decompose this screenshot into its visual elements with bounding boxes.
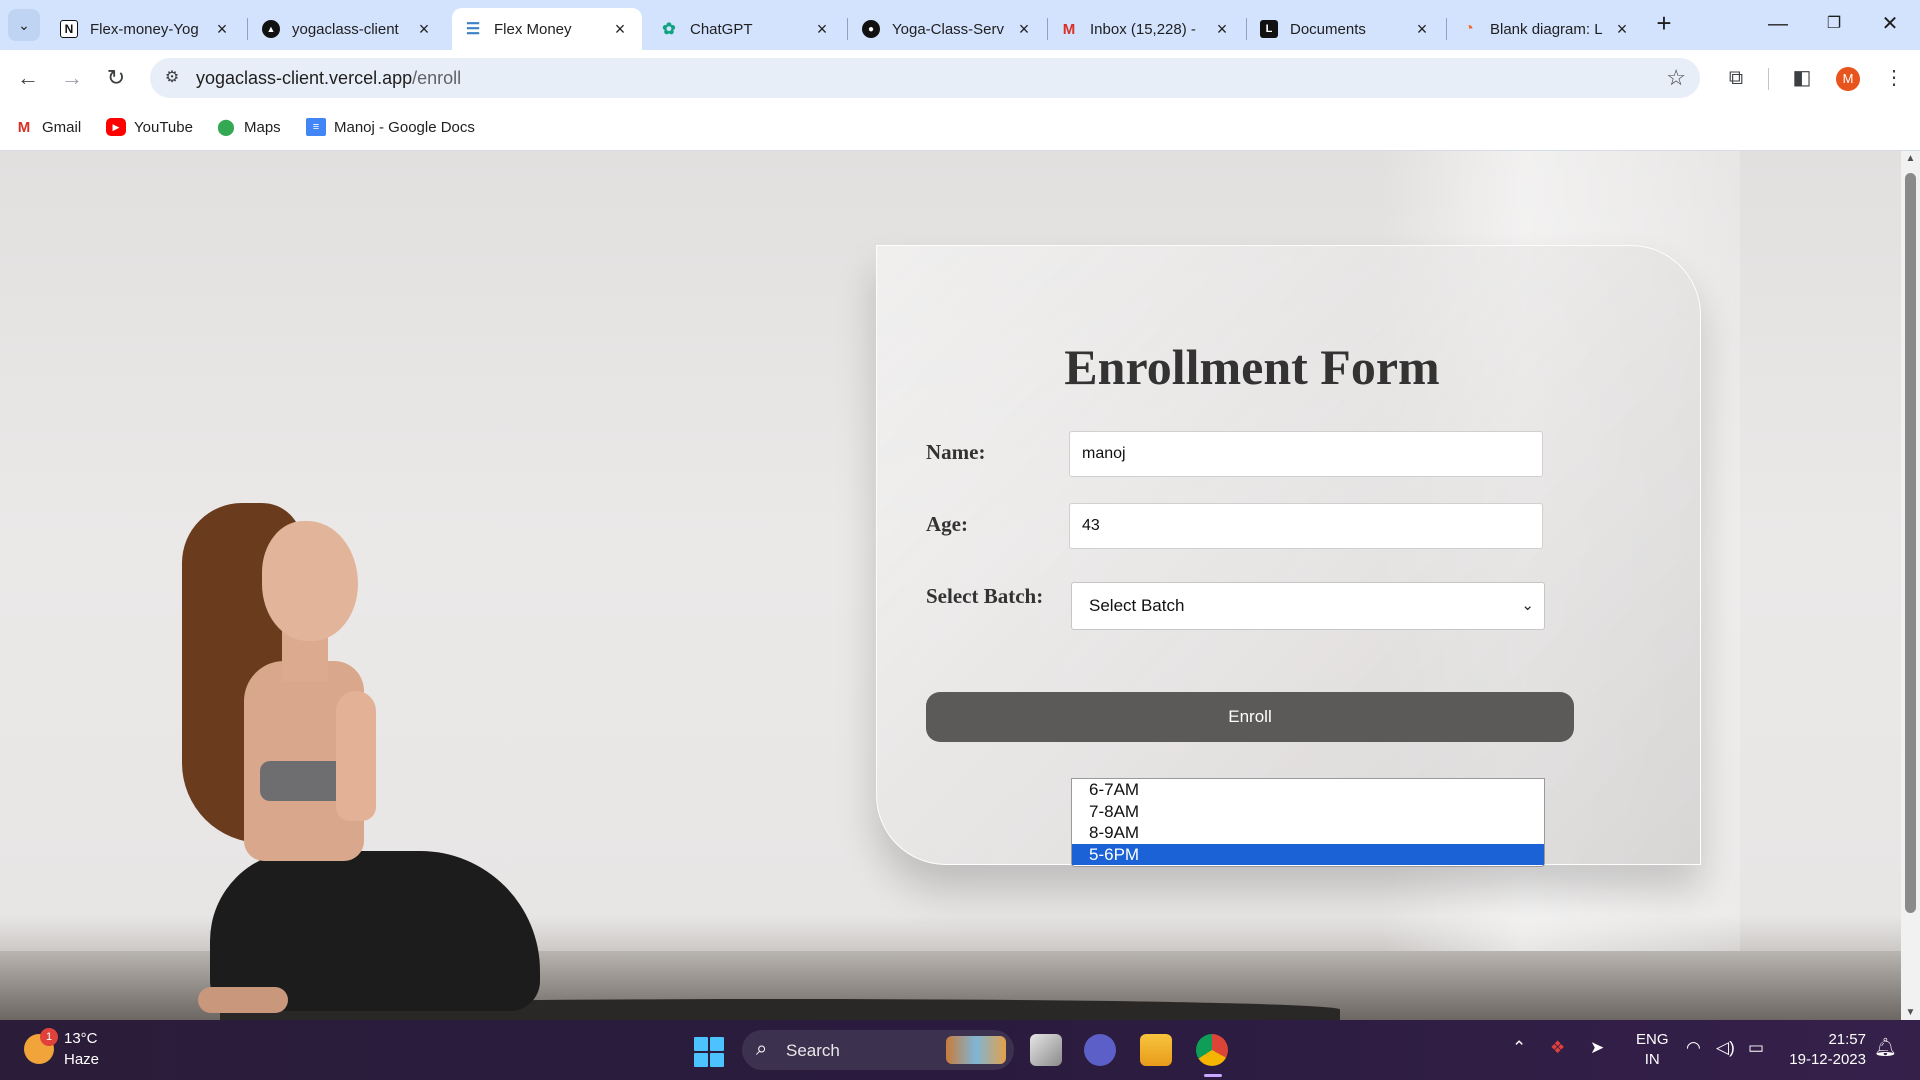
teams-icon[interactable] xyxy=(1084,1034,1116,1066)
close-icon[interactable]: × xyxy=(1612,19,1632,40)
enroll-button[interactable]: Enroll xyxy=(926,692,1574,742)
url-text[interactable]: yogaclass-client.vercel.app/enroll xyxy=(196,68,461,89)
file-explorer-icon[interactable] xyxy=(1140,1034,1172,1066)
chrome-icon[interactable] xyxy=(1196,1034,1228,1066)
more-options-icon[interactable]: ⋮ xyxy=(1880,64,1908,92)
profile-avatar[interactable]: M xyxy=(1836,67,1860,91)
task-view-icon[interactable] xyxy=(1030,1034,1062,1066)
tab-strip: ⌄ N Flex-money-Yog × ▲ yogaclass-client … xyxy=(0,0,1920,50)
forward-button[interactable]: → xyxy=(56,62,88,94)
vercel-icon: ▲ xyxy=(262,20,280,38)
google-docs-icon: ≡ xyxy=(306,118,326,136)
chevron-down-icon: ⌄ xyxy=(18,16,30,33)
extensions-icon[interactable]: ⧉ xyxy=(1722,64,1750,92)
batch-dropdown-list: 6-7AM 7-8AM 8-9AM 5-6PM xyxy=(1071,778,1545,867)
tab-documents[interactable]: L Documents × xyxy=(1248,8,1444,50)
scroll-up-icon[interactable]: ▲ xyxy=(1901,153,1920,164)
browser-toolbar: ← → ↻ ⚙ yogaclass-client.vercel.app/enro… xyxy=(0,50,1920,106)
gmail-icon: M xyxy=(17,118,31,136)
restore-button[interactable]: ❐ xyxy=(1806,8,1862,40)
youtube-icon: ▶ xyxy=(106,118,126,136)
search-highlight-icon xyxy=(946,1036,1006,1064)
name-label: Name: xyxy=(926,440,986,464)
age-label: Age: xyxy=(926,512,968,536)
bookmarks-bar: M Gmail ▶ YouTube ⬤ Maps ≡ Manoj - Googl… xyxy=(0,106,1920,151)
batch-option[interactable]: 7-8AM xyxy=(1072,801,1544,823)
weather-badge: 1 xyxy=(40,1028,58,1046)
app-tray-icon[interactable]: ❖ xyxy=(1550,1038,1565,1058)
tab-flex-money[interactable]: ☰ Flex Money × xyxy=(452,8,642,50)
document-icon: ☰ xyxy=(465,21,481,38)
name-input[interactable]: manoj xyxy=(1069,431,1543,477)
system-clock[interactable]: 21:57 19-12-2023 xyxy=(1782,1030,1866,1070)
minimize-button[interactable]: — xyxy=(1750,8,1806,40)
location-arrow-icon[interactable]: ➤ xyxy=(1590,1038,1604,1058)
wifi-icon[interactable]: ◠ xyxy=(1686,1038,1701,1058)
tab-chatgpt[interactable]: ✿ ChatGPT × xyxy=(648,8,844,50)
battery-icon[interactable]: ▭ xyxy=(1748,1038,1764,1058)
github-icon: ● xyxy=(862,20,880,38)
scrollbar-thumb[interactable] xyxy=(1905,173,1916,913)
close-icon[interactable]: × xyxy=(1014,19,1034,40)
gmail-icon: M xyxy=(1062,20,1076,38)
tab-search-button[interactable]: ⌄ xyxy=(8,9,40,41)
documents-icon: L xyxy=(1260,20,1278,38)
taskbar-search[interactable]: ⌕ Search xyxy=(742,1030,1014,1070)
input-language[interactable]: ENG IN xyxy=(1636,1030,1669,1070)
weather-condition[interactable]: Haze xyxy=(64,1051,99,1068)
batch-label: Select Batch: xyxy=(926,584,1044,608)
chevron-down-icon: ⌄ xyxy=(1521,597,1534,614)
batch-select[interactable]: Select Batch ⌄ xyxy=(1071,582,1545,630)
weather-temperature[interactable]: 13°C xyxy=(64,1030,98,1047)
tab-yogaclass-client[interactable]: ▲ yogaclass-client × xyxy=(250,8,446,50)
close-icon[interactable]: × xyxy=(812,19,832,40)
site-info-icon[interactable]: ⚙ xyxy=(160,66,184,90)
scroll-down-icon[interactable]: ▼ xyxy=(1901,1007,1920,1018)
age-input[interactable]: 43 xyxy=(1069,503,1543,549)
tab-yoga-class-serv[interactable]: ● Yoga-Class-Serv × xyxy=(850,8,1046,50)
reload-button[interactable]: ↻ xyxy=(100,62,132,94)
close-icon[interactable]: × xyxy=(1212,19,1232,40)
page-scrollbar[interactable]: ▲ ▼ xyxy=(1901,151,1920,1020)
volume-icon[interactable]: ◁) xyxy=(1716,1038,1735,1058)
chatgpt-icon: ✿ xyxy=(662,21,676,38)
maps-pin-icon: ⬤ xyxy=(217,119,235,136)
bookmark-gmail[interactable]: M Gmail xyxy=(14,118,81,136)
close-icon[interactable]: × xyxy=(414,19,434,40)
tab-blank-diagram[interactable]: ◔ Blank diagram: L × xyxy=(1448,8,1644,50)
window-close-button[interactable]: ✕ xyxy=(1862,8,1918,40)
windows-start-icon[interactable] xyxy=(694,1037,724,1067)
lucidchart-icon: ◔ xyxy=(1464,20,1474,37)
batch-option-highlighted[interactable]: 5-6PM xyxy=(1072,843,1544,865)
page-content: Enrollment Form Name: manoj Age: 43 Sele… xyxy=(0,151,1901,1020)
notification-bell-icon[interactable]: 🔔︎ xyxy=(1874,1037,1897,1058)
tab-inbox[interactable]: M Inbox (15,228) - × xyxy=(1048,8,1244,50)
form-title: Enrollment Form xyxy=(1064,339,1440,395)
enrollment-card: Enrollment Form Name: manoj Age: 43 Sele… xyxy=(876,245,1701,865)
close-icon[interactable]: × xyxy=(610,19,630,40)
show-hidden-icons-chevron-icon[interactable]: ⌃ xyxy=(1512,1038,1526,1058)
notion-icon: N xyxy=(60,20,78,38)
back-button[interactable]: ← xyxy=(12,62,44,94)
search-icon: ⌕ xyxy=(756,1038,768,1060)
bookmark-google-docs[interactable]: ≡ Manoj - Google Docs xyxy=(306,118,475,136)
new-tab-button[interactable]: + xyxy=(1650,10,1678,38)
batch-option[interactable]: 8-9AM xyxy=(1072,822,1544,844)
close-icon[interactable]: × xyxy=(212,19,232,40)
address-bar[interactable]: ⚙ yogaclass-client.vercel.app/enroll ☆ xyxy=(150,58,1700,98)
bookmark-star-icon[interactable]: ☆ xyxy=(1666,65,1686,91)
bookmark-maps[interactable]: ⬤ Maps xyxy=(216,118,281,137)
bookmark-youtube[interactable]: ▶ YouTube xyxy=(106,118,193,136)
batch-option[interactable]: 6-7AM xyxy=(1072,779,1544,801)
close-icon[interactable]: × xyxy=(1412,19,1432,40)
tab-flex-money-yog[interactable]: N Flex-money-Yog × xyxy=(48,8,244,50)
side-panel-icon[interactable]: ◧ xyxy=(1788,64,1816,92)
windows-taskbar: 1 13°C Haze ⌕ Search ⌃ ❖ ➤ ENG IN ◠ ◁) ▭… xyxy=(0,1020,1920,1080)
